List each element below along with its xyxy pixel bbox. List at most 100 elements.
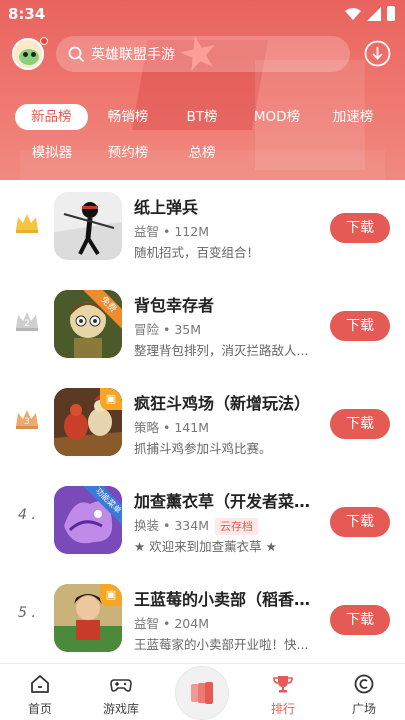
gift-badge-icon: ▣ bbox=[100, 388, 122, 410]
app-icon[interactable]: 免费 bbox=[54, 290, 122, 358]
user-avatar[interactable] bbox=[12, 38, 44, 70]
system-icons bbox=[345, 6, 395, 21]
app-size: 204M bbox=[174, 616, 209, 631]
app-name: 疯狂斗鸡场（新增玩法） bbox=[134, 394, 311, 413]
app-size: 35M bbox=[174, 322, 202, 337]
nav-home[interactable]: 首页 bbox=[10, 664, 70, 720]
tab-bestseller[interactable]: 畅销榜 bbox=[100, 104, 156, 130]
list-item[interactable]: 3 ▣ 疯狂斗鸡场（新增玩法） 策略 • 141M 抓捕斗鸡参加斗鸡比赛。 下载 bbox=[0, 376, 405, 474]
list-item[interactable]: 2 免费 背包幸存者 冒险 • 35M 整理背包排列，消灭拦路敌人... 下载 bbox=[0, 278, 405, 376]
search-bar[interactable]: 英雄联盟手游 bbox=[56, 36, 350, 72]
app-size: 112M bbox=[174, 224, 209, 239]
app-icon[interactable]: ▣ bbox=[54, 388, 122, 456]
app-category: 冒险 bbox=[134, 322, 160, 337]
app-description: ★ 欢迎来到加查薰衣草 ★ bbox=[134, 539, 277, 554]
app-category: 换装 bbox=[134, 518, 160, 533]
app-meta: 策略 • 141M bbox=[134, 417, 209, 436]
app-meta: 换装 • 334M 云存档 bbox=[134, 515, 258, 535]
meta-separator: • bbox=[159, 322, 175, 337]
tab-mod[interactable]: MOD榜 bbox=[249, 104, 305, 130]
download-button[interactable]: 下载 bbox=[330, 409, 390, 439]
app-name: 纸上弹兵 bbox=[134, 198, 199, 217]
rank-number: 2 bbox=[24, 319, 30, 329]
app-size: 141M bbox=[174, 420, 209, 435]
list-item[interactable]: 4 . 功能菜单 加查薰衣草（开发者菜单... 换装 • 334M 云存档 ★ 欢… bbox=[0, 474, 405, 572]
home-icon bbox=[31, 675, 49, 693]
app-description: 随机招式，百变组合！ bbox=[134, 245, 260, 260]
cloud-save-tag: 云存档 bbox=[215, 518, 258, 535]
gamepad-icon bbox=[110, 679, 132, 692]
nav-plaza[interactable]: 广场 bbox=[334, 664, 394, 720]
app-description: 王蓝莓家的小卖部开业啦！快... bbox=[134, 637, 309, 652]
tab-new[interactable]: 新品榜 bbox=[15, 104, 88, 130]
status-time: 8:34 bbox=[8, 5, 46, 23]
nav-label: 排行 bbox=[270, 702, 295, 716]
nav-label: 首页 bbox=[27, 702, 52, 716]
category-tabs-row-1: 新品榜 畅销榜 BT榜 MOD榜 加速榜 bbox=[0, 104, 405, 130]
app-description: 抓捕斗鸡参加斗鸡比赛。 bbox=[134, 441, 272, 456]
app-category: 策略 bbox=[134, 420, 160, 435]
app-meta: 益智 • 204M bbox=[134, 613, 209, 632]
tab-emulator[interactable]: 模拟器 bbox=[24, 140, 80, 166]
nav-ranking[interactable]: 排行 bbox=[253, 664, 313, 720]
nav-label: 广场 bbox=[351, 702, 376, 716]
download-button[interactable]: 下载 bbox=[330, 507, 390, 537]
rank-suffix: . bbox=[26, 507, 36, 523]
category-tabs-row-2: 模拟器 预约榜 总榜 bbox=[0, 140, 405, 166]
avatar-face bbox=[19, 49, 39, 65]
app-icon[interactable] bbox=[54, 192, 122, 260]
plaza-icon bbox=[354, 674, 374, 694]
gift-badge-icon: ▣ bbox=[100, 584, 122, 606]
list-item[interactable]: 5 . ▣ 王蓝莓的小卖部（稻香场... 益智 • 204M 王蓝莓家的小卖部开… bbox=[0, 572, 405, 670]
gold-crown-icon bbox=[16, 214, 38, 233]
tab-bt[interactable]: BT榜 bbox=[176, 104, 228, 130]
bronze-crown-icon: 3 bbox=[16, 410, 38, 429]
app-category: 益智 bbox=[134, 616, 160, 631]
search-placeholder: 英雄联盟手游 bbox=[91, 47, 175, 63]
signal-icon bbox=[367, 6, 381, 21]
avatar-eye bbox=[23, 52, 28, 57]
download-button[interactable]: 下载 bbox=[330, 213, 390, 243]
status-bar: 8:34 bbox=[0, 0, 405, 30]
tab-overall[interactable]: 总榜 bbox=[176, 140, 228, 166]
list-item[interactable]: 纸上弹兵 益智 • 112M 随机招式，百变组合！ 下载 bbox=[0, 180, 405, 278]
meta-separator: • bbox=[159, 518, 175, 533]
download-manager-icon[interactable] bbox=[364, 40, 391, 67]
rank-suffix: . bbox=[26, 605, 36, 621]
download-button[interactable]: 下载 bbox=[330, 605, 390, 635]
wifi-icon bbox=[345, 7, 361, 20]
nav-label: 游戏库 bbox=[102, 702, 139, 716]
tab-accelerate[interactable]: 加速榜 bbox=[325, 104, 381, 130]
header-banner: ★ 8:34 英雄联盟手游 新品榜 畅销榜 BT榜 MOD榜 加速榜 模拟器 预… bbox=[0, 0, 405, 180]
app-name: 加查薰衣草（开发者菜单... bbox=[134, 492, 322, 511]
app-meta: 冒险 • 35M bbox=[134, 319, 201, 338]
app-size: 334M bbox=[174, 518, 209, 533]
center-game-button[interactable] bbox=[176, 667, 228, 719]
search-icon bbox=[68, 46, 84, 62]
meta-separator: • bbox=[159, 616, 175, 631]
app-icon[interactable]: ▣ bbox=[54, 584, 122, 652]
app-meta: 益智 • 112M bbox=[134, 221, 209, 240]
avatar-eye bbox=[31, 52, 36, 57]
download-button[interactable]: 下载 bbox=[330, 311, 390, 341]
trophy-icon bbox=[273, 676, 293, 693]
app-icon[interactable]: 功能菜单 bbox=[54, 486, 122, 554]
silver-crown-icon: 2 bbox=[16, 312, 38, 331]
nav-game-library[interactable]: 游戏库 bbox=[91, 664, 151, 720]
app-name: 王蓝莓的小卖部（稻香场... bbox=[134, 590, 322, 609]
rank-number: 4 . bbox=[18, 507, 36, 523]
rank-value: 4 bbox=[18, 507, 27, 523]
notification-dot bbox=[40, 37, 48, 45]
app-category: 益智 bbox=[134, 224, 160, 239]
battery-icon bbox=[387, 6, 395, 21]
rank-number: 3 bbox=[24, 417, 30, 427]
app-description: 整理背包排列，消灭拦路敌人... bbox=[134, 343, 309, 358]
paper-soldier-art bbox=[54, 192, 122, 260]
cards-icon bbox=[191, 682, 213, 704]
tab-reservation[interactable]: 预约榜 bbox=[100, 140, 156, 166]
meta-separator: • bbox=[159, 420, 175, 435]
rank-number: 5 . bbox=[18, 605, 36, 621]
app-name: 背包幸存者 bbox=[134, 296, 215, 315]
rank-value: 5 bbox=[18, 605, 27, 621]
meta-separator: • bbox=[159, 224, 175, 239]
